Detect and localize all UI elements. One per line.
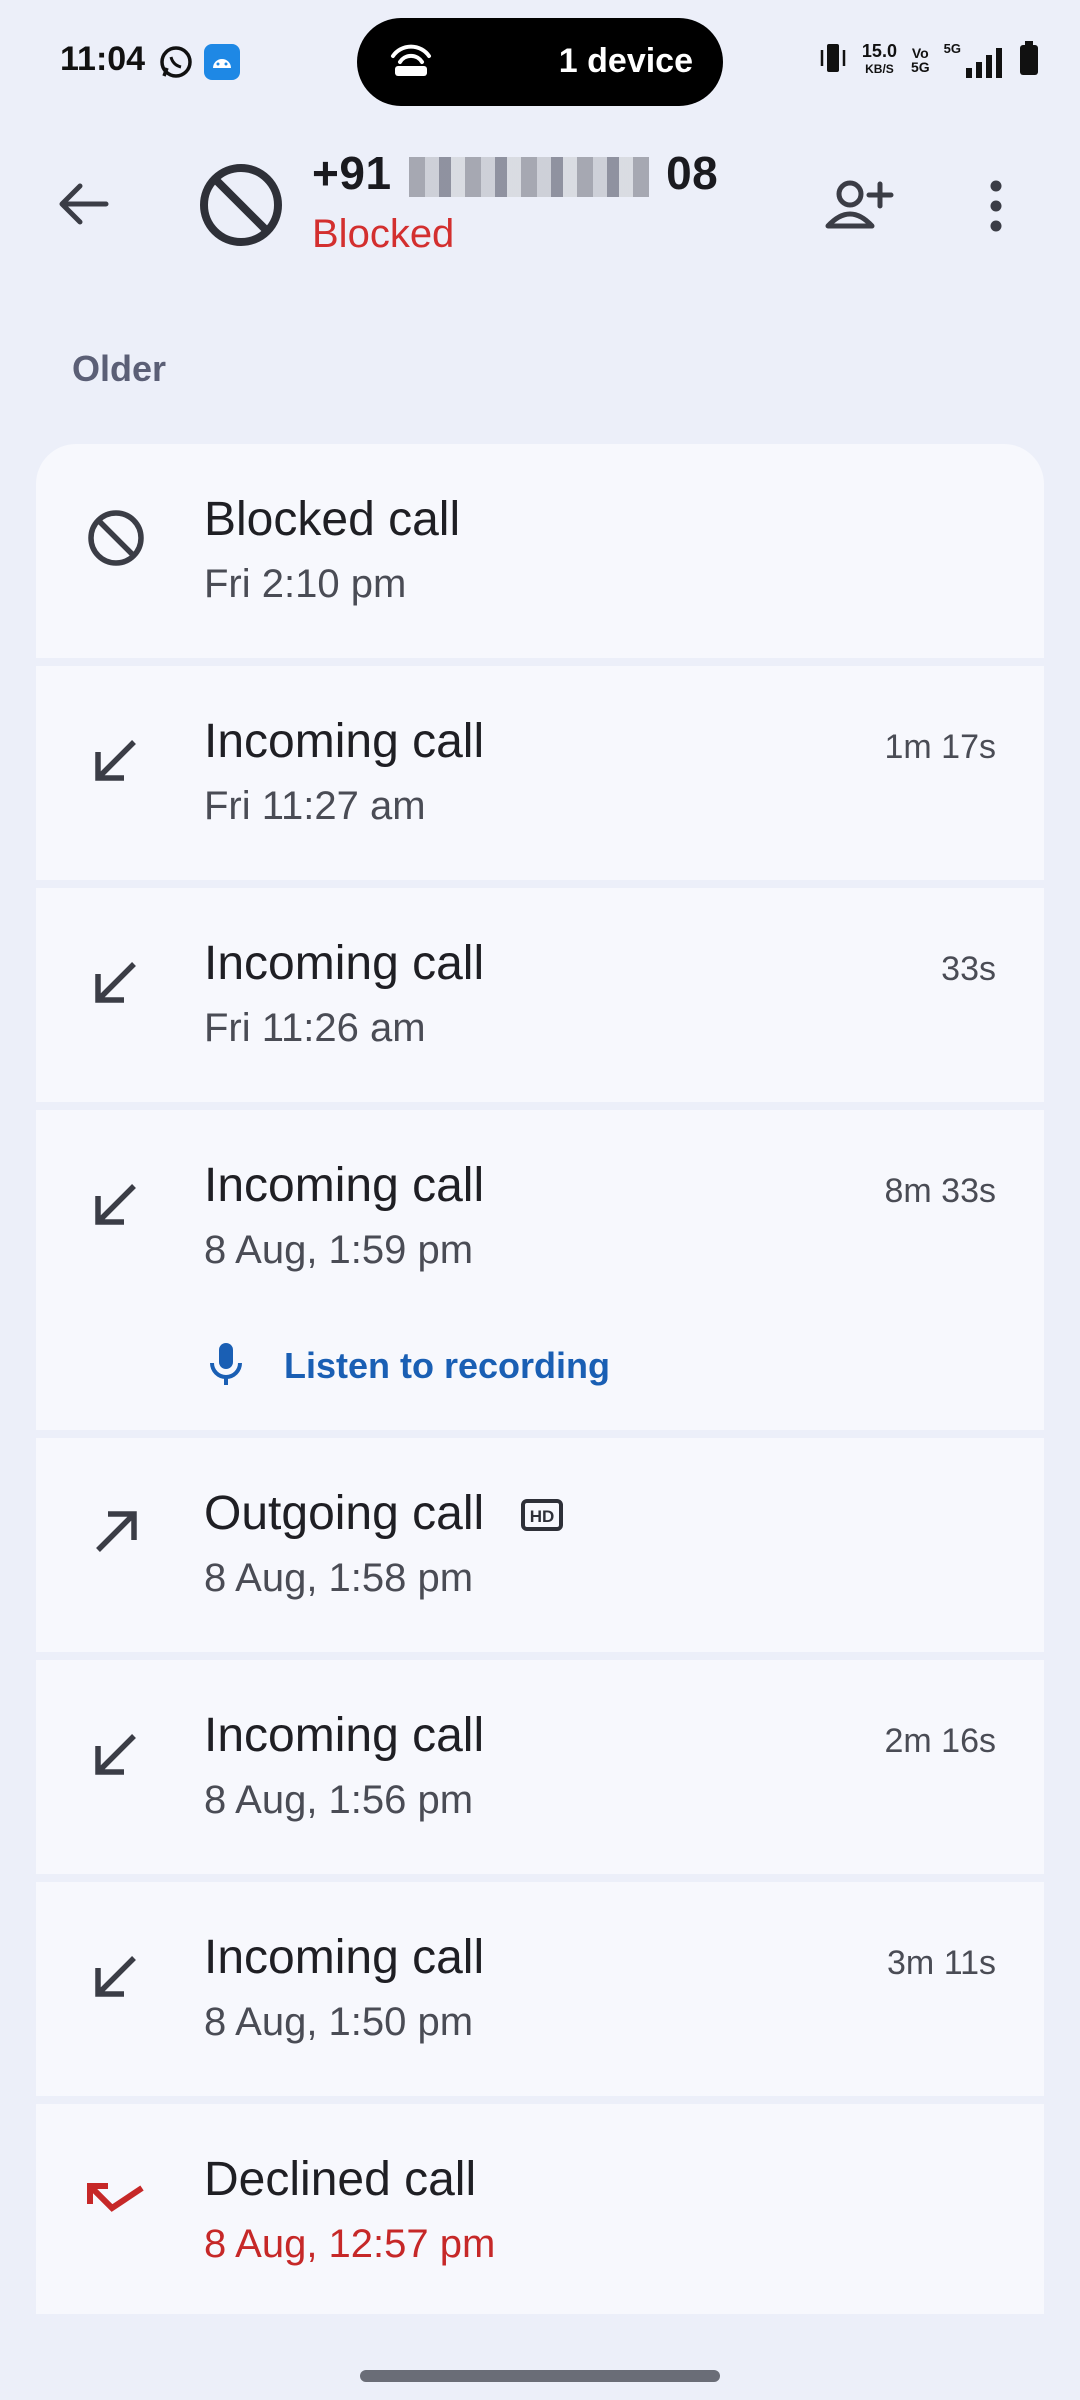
call-type: Incoming call [204,1159,485,1212]
call-time: 8 Aug, 12:57 pm [204,2222,496,2266]
declined-call-icon [82,2164,150,2232]
call-type: Blocked call [204,493,461,546]
listen-to-recording-label: Listen to recording [284,1345,611,1386]
back-button[interactable] [52,172,116,236]
section-header-older: Older [72,348,167,389]
listen-to-recording-button[interactable]: Listen to recording [204,1336,610,1396]
status-icons: 15.0 KB/S Vo 5G 5G [818,40,1040,80]
home-indicator[interactable] [360,2370,720,2382]
call-list-item[interactable]: Incoming call 8 Aug, 1:56 pm 2m 16s [36,1660,1044,1874]
svg-text:HD: HD [529,1507,554,1526]
incoming-call-icon [82,1170,150,1238]
call-duration: 3m 11s [887,1944,996,1982]
hotspot-pill[interactable]: 1 device [357,18,723,106]
status-bar: 11:04 1 device 15.0 KB/S Vo 5G 5G [0,0,1080,130]
call-time: 8 Aug, 1:50 pm [204,2000,474,2044]
whatsapp-icon [158,44,194,80]
call-type: Incoming call [204,1931,485,1984]
arrow-back-icon [59,183,109,225]
call-time: Fri 2:10 pm [204,562,407,606]
call-time: 8 Aug, 1:56 pm [204,1778,474,1822]
contact-status: Blocked [312,212,455,256]
incoming-call-icon [82,1942,150,2010]
call-duration: 2m 16s [884,1722,997,1760]
contact-number: +91 08 [312,147,719,199]
call-type: Incoming call [204,1709,485,1762]
call-list-item[interactable]: Incoming call 8 Aug, 1:59 pm 8m 33s List… [36,1110,1044,1430]
call-type: Outgoing call HD [204,1486,564,1544]
call-duration: 1m 17s [884,728,997,766]
call-list-item[interactable]: Declined call 8 Aug, 12:57 pm [36,2104,1044,2314]
call-type: Declined call [204,2153,477,2206]
android-icon [204,44,240,80]
blocked-icon [82,504,150,572]
call-duration: 33s [941,950,996,988]
call-list-item[interactable]: Blocked call Fri 2:10 pm [36,444,1044,658]
call-list-item[interactable]: Incoming call Fri 11:26 am 33s [36,888,1044,1102]
status-time: 11:04 [60,40,146,78]
call-type: Incoming call [204,937,485,990]
battery-icon [1018,40,1040,81]
person-add-icon [825,180,894,229]
incoming-call-icon [82,948,150,1016]
vibrate-icon [818,40,848,81]
mic-icon [204,1339,248,1394]
call-type: Incoming call [204,715,485,768]
outgoing-call-icon [82,1498,150,1566]
call-duration: 8m 33s [884,1172,997,1210]
contact-header: +91 08 Blocked [0,130,1080,280]
add-contact-button[interactable] [822,170,894,242]
blocked-avatar-icon [196,160,286,250]
call-time: Fri 11:27 am [204,784,426,828]
incoming-call-icon [82,726,150,794]
call-list-item[interactable]: Incoming call 8 Aug, 1:50 pm 3m 11s [36,1882,1044,2096]
hotspot-device-count: 1 device [558,42,693,80]
more-vert-icon [990,180,1002,232]
call-list-item[interactable]: Incoming call Fri 11:27 am 1m 17s [36,666,1044,880]
call-time: 8 Aug, 1:59 pm [204,1228,474,1272]
hotspot-icon [387,40,435,85]
signal-icon: 5G [944,42,1004,78]
call-list-item[interactable]: Outgoing call HD 8 Aug, 1:58 pm [36,1438,1044,1652]
more-options-button[interactable] [966,170,1026,242]
call-time: 8 Aug, 1:58 pm [204,1556,474,1600]
call-time: Fri 11:26 am [204,1006,426,1050]
network-speed: 15.0 KB/S [861,41,897,76]
volte-indicator: Vo 5G [910,45,930,75]
call-history-list: Blocked call Fri 2:10 pm Incoming call F… [36,444,1044,2322]
hd-call-icon: HD [520,1489,564,1544]
incoming-call-icon [82,1720,150,1788]
redacted-number-block [408,156,649,197]
